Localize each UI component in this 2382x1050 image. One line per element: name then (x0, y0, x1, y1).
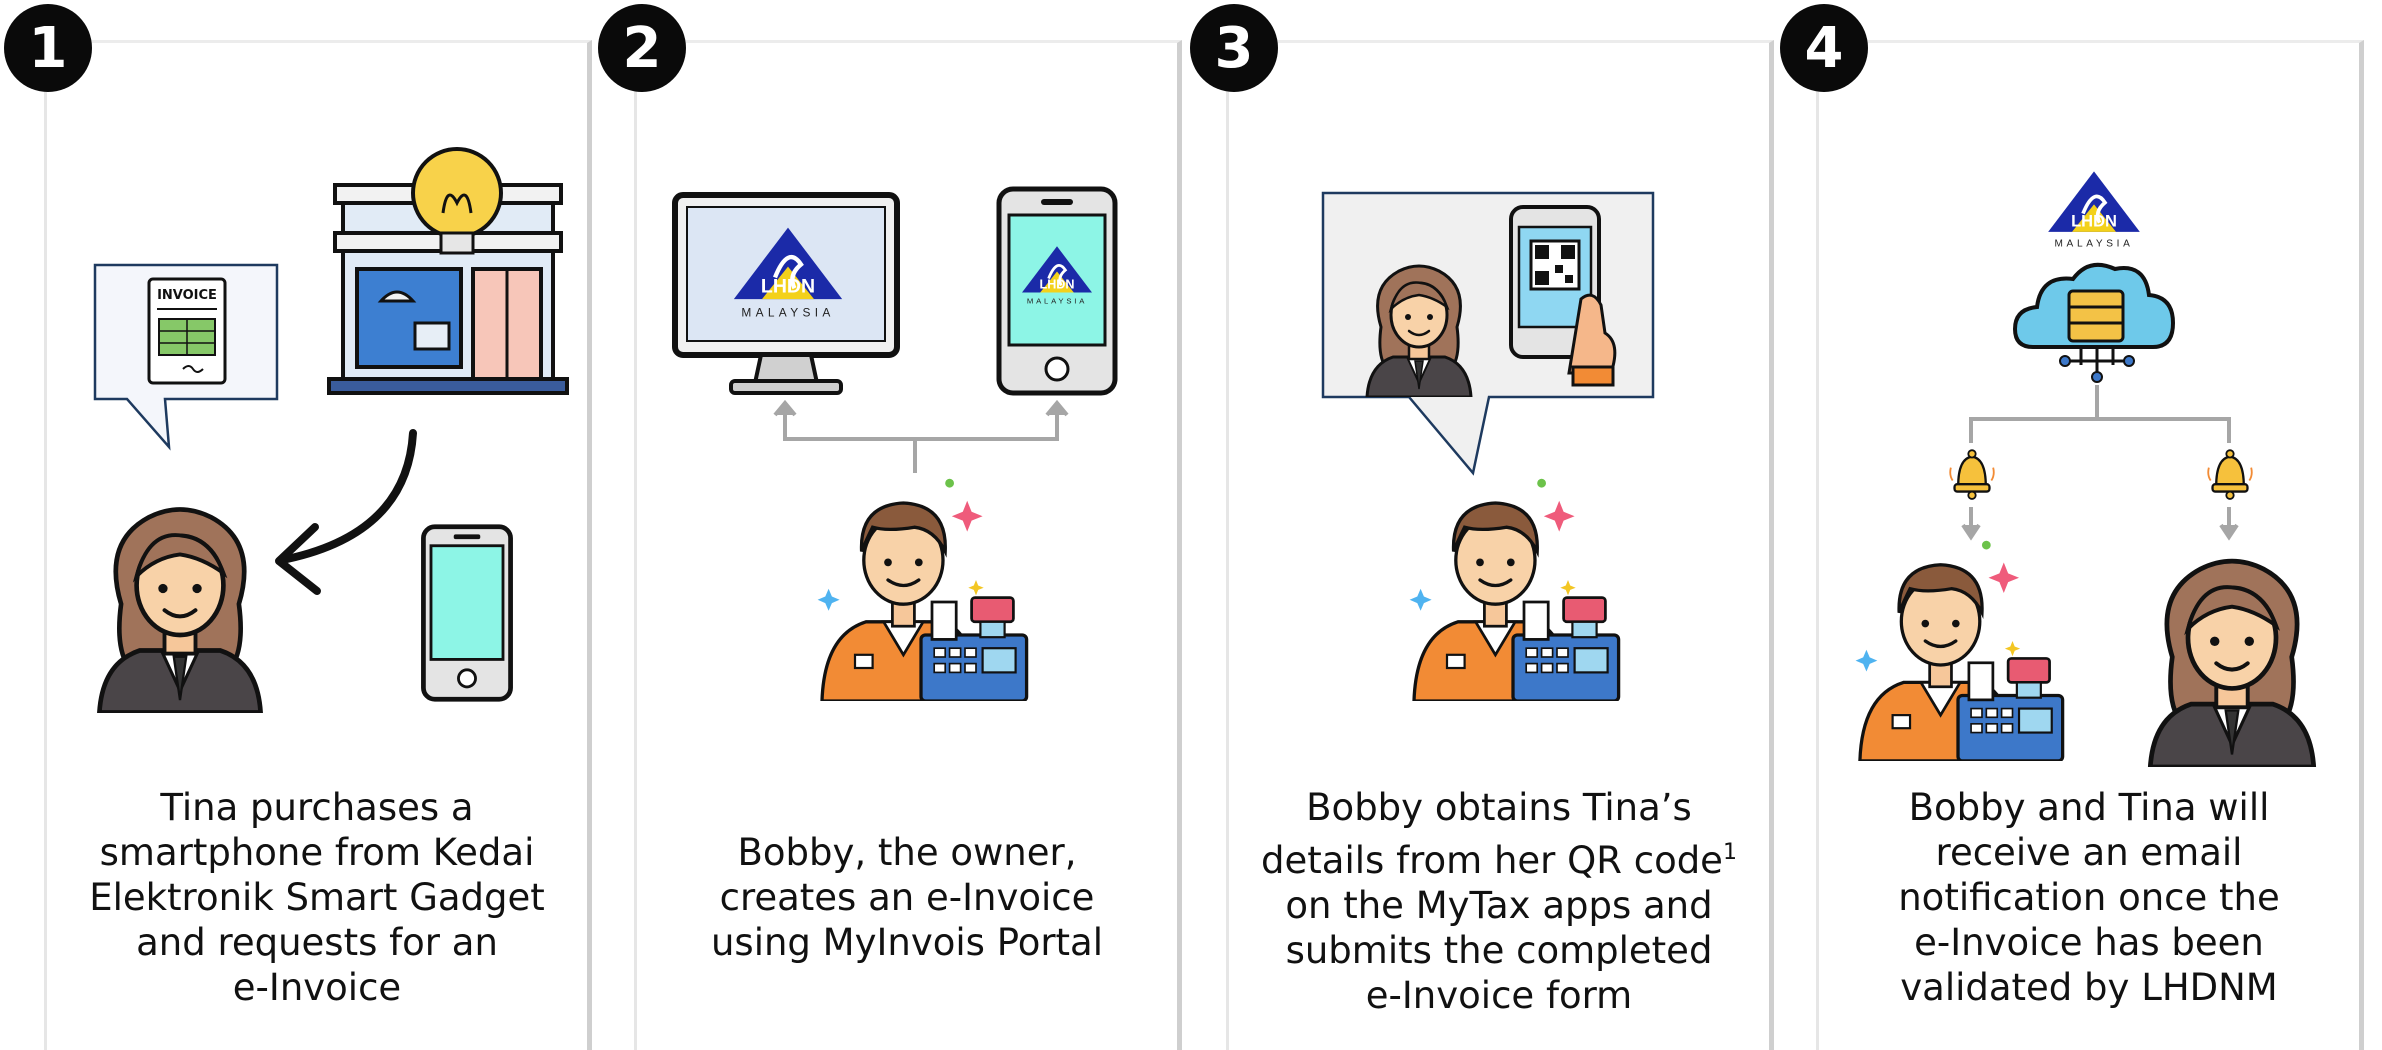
caption-line-text: details from her QR code (1261, 839, 1723, 882)
cashier-man-icon (1407, 477, 1621, 701)
caption-line: details from her QR code1 (1245, 830, 1753, 883)
bell-icon (1949, 448, 1995, 501)
step-panel-1: INVOICE Tina purchases a smartphone from… (44, 40, 592, 1050)
curved-arrow-icon (275, 429, 417, 595)
smartphone-icon (996, 186, 1118, 396)
step-panel-3: Bobby obtains Tina’s details from her QR… (1226, 40, 1774, 1050)
step-1-caption: Tina purchases a smartphone from Kedai E… (47, 785, 587, 1010)
step-2-illustration (672, 186, 1118, 701)
caption-line: notification once the (1898, 876, 2280, 919)
caption-line: validated by LHDNM (1900, 966, 2278, 1009)
caption-line: and requests for an (136, 921, 498, 964)
step-1-illustration: INVOICE (93, 147, 569, 783)
cashier-man-icon (1853, 539, 2065, 761)
connector-arrows (773, 399, 1069, 473)
invoice-bubble-icon: INVOICE (93, 263, 279, 451)
caption-line: Bobby and Tina will (1908, 786, 2270, 829)
caption-line: using MyInvois Portal (710, 921, 1104, 964)
qr-bubble-icon (1321, 191, 1655, 476)
step-2-caption: Bobby, the owner, creates an e-Invoice u… (637, 830, 1177, 965)
caption-line: Elektronik Smart Gadget (89, 876, 545, 919)
lhdn-logo-icon (2046, 169, 2142, 251)
step-3-illustration (1321, 191, 1655, 701)
caption-line: Tina purchases a (160, 786, 474, 829)
woman-icon (2150, 561, 2313, 767)
caption-line: smartphone from Kedai (99, 831, 535, 874)
step-number-badge-4: 4 (1780, 4, 1868, 92)
caption-line: e-Invoice form (1365, 974, 1633, 1017)
monitor-icon (672, 192, 900, 395)
step-number-badge-2: 2 (598, 4, 686, 92)
smartphone-icon (423, 527, 510, 699)
step-3-caption: Bobby obtains Tina’s details from her QR… (1229, 785, 1769, 1018)
caption-line: receive an email (1935, 831, 2243, 874)
footnote-mark: 1 (1722, 840, 1737, 865)
invoice-label: INVOICE (157, 288, 217, 303)
step-4-illustration (1853, 169, 2367, 783)
caption-line: e-Invoice has been (1914, 921, 2264, 964)
caption-line: Bobby obtains Tina’s (1306, 786, 1692, 829)
caption-line: Bobby, the owner, (737, 831, 1077, 874)
connector-lines (1961, 385, 2239, 541)
step-number-badge-1: 1 (4, 4, 92, 92)
bell-icon (2207, 448, 2253, 501)
step-panel-2: Bobby, the owner, creates an e-Invoice u… (634, 40, 1182, 1050)
step-number-badge-3: 3 (1190, 4, 1278, 92)
step-panel-4: Bobby and Tina will receive an email not… (1816, 40, 2364, 1050)
qr-phone-icon (1509, 205, 1617, 387)
caption-line: creates an e-Invoice (719, 876, 1095, 919)
caption-line: on the MyTax apps and (1285, 884, 1713, 927)
cloud-server-icon (2012, 262, 2176, 383)
woman-icon (99, 509, 260, 712)
caption-line: e-Invoice (232, 966, 402, 1009)
woman-icon (1365, 264, 1473, 397)
caption-line: submits the completed (1285, 929, 1713, 972)
step-4-caption: Bobby and Tina will receive an email not… (1819, 785, 2359, 1010)
cashier-man-icon (815, 477, 1029, 701)
